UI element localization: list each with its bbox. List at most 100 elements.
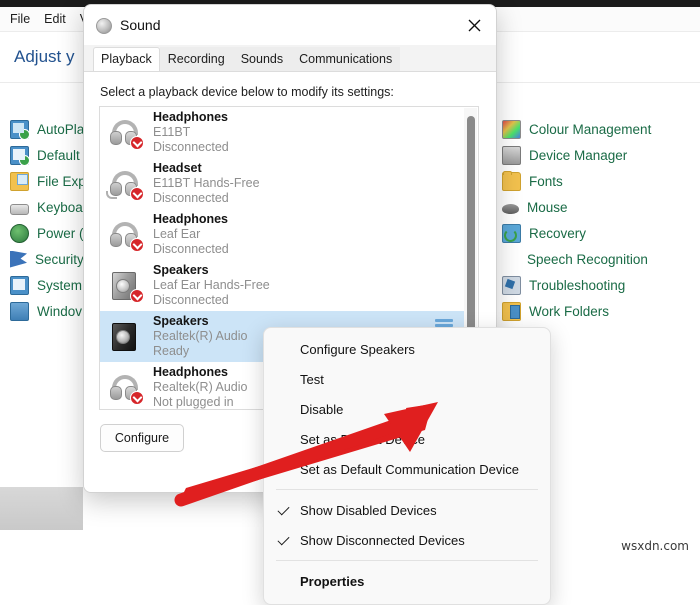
colour-management-icon <box>502 119 521 139</box>
list-item[interactable]: Speakers Leaf Ear Hands-Free Disconnecte… <box>100 260 465 311</box>
mouse-icon <box>502 203 519 214</box>
cp-item-autoplay[interactable]: AutoPla <box>10 116 86 142</box>
tab-recording[interactable]: Recording <box>159 47 233 71</box>
troubleshooting-icon <box>502 275 521 295</box>
check-icon <box>277 533 290 546</box>
cp-item-label: Troubleshooting <box>529 277 626 293</box>
cp-item-label: Security <box>35 251 84 267</box>
cp-item-label: Mouse <box>527 199 568 215</box>
cp-item-colour-management[interactable]: Colour Management <box>502 116 651 142</box>
device-description: E11BT <box>153 125 191 140</box>
close-icon[interactable] <box>452 5 496 45</box>
context-item-show-disabled-devices[interactable]: Show Disabled Devices <box>264 495 550 525</box>
work-folders-icon <box>502 301 521 321</box>
speakers-icon <box>108 320 144 354</box>
page-title: Adjust y <box>14 47 75 66</box>
cp-item-label: Fonts <box>529 173 563 189</box>
control-panel-right-column: Colour Management Device Manager Fonts M… <box>502 116 651 324</box>
instruction-text: Select a playback device below to modify… <box>100 85 394 99</box>
windows-tools-icon <box>10 301 29 321</box>
context-item-label: Show Disabled Devices <box>300 502 437 518</box>
tab-playback[interactable]: Playback <box>93 47 160 71</box>
cp-item-power-options[interactable]: Power ( <box>10 220 86 246</box>
context-item-disable[interactable]: Disable <box>264 394 550 424</box>
headphones-icon <box>108 116 144 150</box>
cp-item-work-folders[interactable]: Work Folders <box>502 298 651 324</box>
security-maintenance-icon <box>10 250 27 268</box>
speech-recognition-icon <box>502 251 519 268</box>
cp-item-speech-recognition[interactable]: Speech Recognition <box>502 246 651 272</box>
not-plugged-in-badge-icon <box>130 390 144 405</box>
system-icon <box>10 275 29 295</box>
dialog-tab-bar: Playback Recording Sounds Communications <box>84 45 496 71</box>
cp-item-label: Speech Recognition <box>527 251 648 267</box>
headphones-icon <box>108 218 144 252</box>
tab-communications[interactable]: Communications <box>291 47 401 71</box>
device-name: Speakers <box>153 263 209 278</box>
device-name: Speakers <box>153 314 209 329</box>
cp-item-label: System <box>37 277 83 293</box>
configure-button[interactable]: Configure <box>100 424 184 452</box>
cp-item-label: Keyboa <box>37 199 83 215</box>
default-programs-icon <box>10 145 30 166</box>
cp-item-system[interactable]: System <box>10 272 86 298</box>
context-item-configure-speakers[interactable]: Configure Speakers <box>264 334 550 364</box>
recovery-icon <box>502 223 521 243</box>
device-status: Disconnected <box>153 292 229 307</box>
cp-item-recovery[interactable]: Recovery <box>502 220 651 246</box>
cp-item-troubleshooting[interactable]: Troubleshooting <box>502 272 651 298</box>
cp-item-mouse[interactable]: Mouse <box>502 194 651 220</box>
cp-item-label: Colour Management <box>529 121 652 137</box>
list-item[interactable]: Headset E11BT Hands-Free Disconnected <box>100 158 465 209</box>
device-status: Disconnected <box>153 241 229 256</box>
dialog-title: Sound <box>120 17 161 33</box>
device-name: Headphones <box>153 365 229 380</box>
device-status: Not plugged in <box>153 394 234 409</box>
device-description: Leaf Ear <box>153 227 201 242</box>
watermark: wsxdn.com <box>621 539 689 553</box>
keyboard-icon <box>10 203 29 215</box>
device-description: E11BT Hands-Free <box>153 176 260 191</box>
cp-item-label: Windov <box>37 303 83 319</box>
desktop-strip <box>0 487 83 530</box>
device-description: Leaf Ear Hands-Free <box>153 278 270 293</box>
menu-edit[interactable]: Edit <box>44 12 66 26</box>
cp-item-windows-tools[interactable]: Windov <box>10 298 86 324</box>
control-panel-left-column: AutoPla Default File Exp Keyboa Power ( … <box>10 116 86 324</box>
speakers-icon <box>108 269 144 303</box>
tab-sounds[interactable]: Sounds <box>232 47 292 71</box>
cp-item-file-explorer[interactable]: File Exp <box>10 168 86 194</box>
cp-item-label: AutoPla <box>37 121 85 137</box>
context-menu-divider <box>276 489 538 490</box>
cp-item-security-maintenance[interactable]: Security <box>10 246 86 272</box>
context-item-show-disconnected-devices[interactable]: Show Disconnected Devices <box>264 525 550 555</box>
cp-item-fonts[interactable]: Fonts <box>502 168 651 194</box>
cp-item-keyboard[interactable]: Keyboa <box>10 194 86 220</box>
check-icon <box>277 503 290 516</box>
device-manager-icon <box>502 145 521 165</box>
headphones-icon <box>108 371 144 405</box>
context-item-test[interactable]: Test <box>264 364 550 394</box>
device-status: Ready <box>153 343 190 358</box>
disconnected-badge-icon <box>130 237 144 252</box>
cp-item-label: File Exp <box>37 173 86 189</box>
menu-file[interactable]: File <box>10 12 30 26</box>
headset-icon <box>106 167 144 201</box>
cp-item-device-manager[interactable]: Device Manager <box>502 142 651 168</box>
device-name: Headphones <box>153 212 229 227</box>
context-item-properties[interactable]: Properties <box>264 566 550 596</box>
cp-item-default-programs[interactable]: Default <box>10 142 86 168</box>
disconnected-badge-icon <box>130 186 144 201</box>
context-item-set-as-default-device[interactable]: Set as Default Device <box>264 424 550 454</box>
file-explorer-icon <box>10 171 29 191</box>
cp-item-label: Recovery <box>529 225 587 241</box>
context-item-set-as-default-communication-device[interactable]: Set as Default Communication Device <box>264 454 550 484</box>
power-options-icon <box>10 223 29 243</box>
device-name: Headphones <box>153 110 229 125</box>
fonts-icon <box>502 170 521 191</box>
list-item[interactable]: Headphones E11BT Disconnected <box>100 107 465 158</box>
disconnected-badge-icon <box>130 135 144 150</box>
list-item[interactable]: Headphones Leaf Ear Disconnected <box>100 209 465 260</box>
dialog-title-bar: Sound <box>84 5 496 45</box>
disconnected-badge-icon <box>130 288 144 303</box>
